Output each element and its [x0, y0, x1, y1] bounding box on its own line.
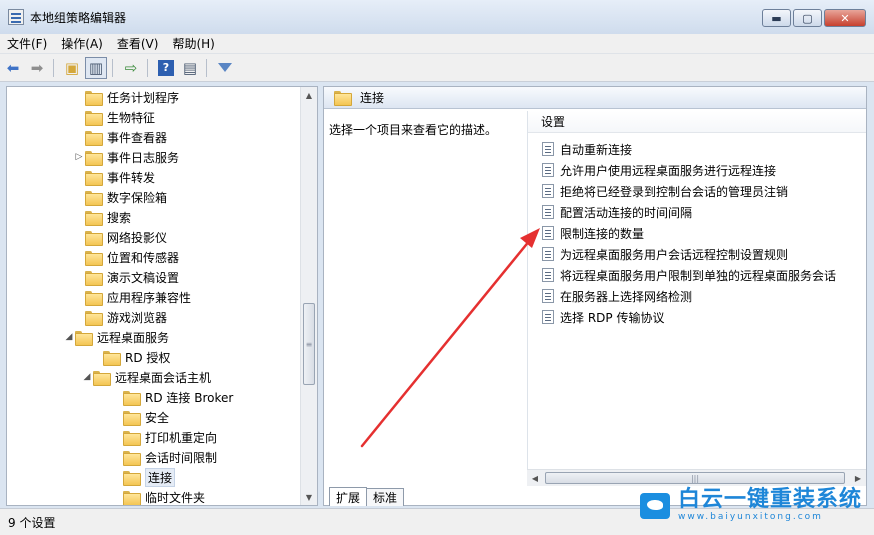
annotation-arrow-head: [520, 228, 540, 248]
annotation-arrow-line: [360, 238, 532, 448]
annotation-arrow: [360, 228, 540, 448]
status-text: 9 个设置: [8, 515, 56, 530]
watermark-url: www.baiyunxitong.com: [677, 512, 823, 522]
bird-logo-icon: [639, 493, 670, 519]
watermark-title: 白云一键重装系统: [677, 487, 862, 512]
watermark: 白云一键重装系统 www.baiyunxitong.com: [639, 487, 862, 523]
